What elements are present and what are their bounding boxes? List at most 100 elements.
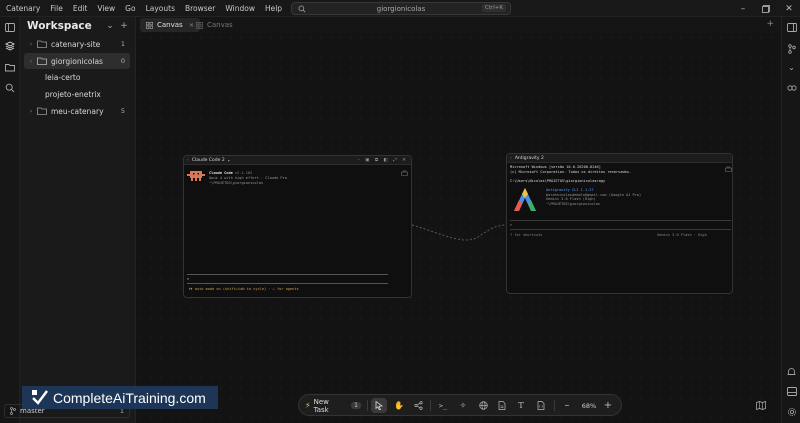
canvas[interactable]: ‹ Claude Code 2 ▾ – ▣ ⧉ ◧ ⤢ ✕ Claude Cod…	[136, 33, 781, 423]
claude-mascot-icon	[187, 171, 205, 181]
menu-window[interactable]: Window	[220, 0, 260, 17]
browser-tool-button[interactable]	[476, 398, 490, 413]
close-window-button[interactable]: ✕	[778, 0, 800, 17]
antigravity-prompt[interactable]: >	[510, 223, 512, 227]
minimize-icon: –	[740, 3, 746, 14]
watermark-banner: CompleteAiTraining.com	[22, 386, 218, 409]
claude-header-line: Claude Code v2.1.162	[209, 171, 252, 175]
terminal-panel-button[interactable]	[786, 386, 797, 397]
zoom-out-button[interactable]: –	[560, 398, 574, 413]
share-tool-button[interactable]	[411, 398, 425, 413]
claude-version: v2.1.162	[234, 171, 253, 175]
notifications-button[interactable]	[786, 366, 797, 377]
node-pin-icon[interactable]	[725, 165, 732, 172]
menu-browser[interactable]: Browser	[180, 0, 220, 17]
plus-icon: +	[766, 19, 774, 29]
claude-prompt[interactable]: >	[187, 277, 189, 281]
menu-view[interactable]: View	[92, 0, 120, 17]
layers-icon	[5, 41, 15, 51]
tab-label: Canvas	[157, 21, 183, 29]
zoom-value: 68%	[581, 401, 597, 410]
tab-label: Canvas	[207, 21, 233, 29]
terminal-line: (c) Microsoft Corporation. Todos os dire…	[510, 169, 632, 174]
chevron-right-icon: ›	[29, 40, 33, 48]
new-tab-button[interactable]: +	[766, 19, 774, 29]
new-task-button[interactable]: ⚡ New Task 1	[305, 398, 361, 414]
workspaces-button[interactable]	[4, 40, 16, 52]
lightning-icon: ⚡	[305, 401, 311, 410]
expand-button[interactable]: ⌄	[786, 62, 797, 73]
claude-footer: ⏵⏵ auto mode on (shift+tab to cycle) · ←…	[189, 287, 299, 291]
prompt-divider-bottom	[510, 229, 731, 230]
sidebar-item-projeto-enetrix[interactable]: projeto-enetrix	[24, 86, 130, 102]
terminal-icon: >_	[438, 401, 448, 410]
sidebar-item-label: giorgionicolas	[51, 56, 103, 66]
note-tool-button[interactable]	[495, 398, 509, 413]
text-icon: T	[518, 400, 524, 411]
zoom-in-button[interactable]: +	[601, 398, 615, 413]
plus-icon: +	[603, 400, 613, 411]
sidebar-item-leia-certo[interactable]: leia-certo	[24, 69, 130, 85]
search-icon	[298, 5, 306, 13]
sidebar-item-catenary-site[interactable]: › catenary-site 1	[24, 36, 130, 52]
minus-icon: –	[564, 400, 570, 411]
add-workspace-button[interactable]: +	[119, 21, 129, 31]
files-button[interactable]	[4, 61, 16, 73]
node-window-controls-icon[interactable]: – ▣ ⧉ ◧ ⤢ ✕	[358, 157, 409, 163]
sidebar-item-count: 0	[120, 57, 125, 65]
source-control-button[interactable]	[786, 43, 797, 54]
cursor-icon	[375, 401, 383, 410]
select-tool-button[interactable]	[371, 398, 387, 413]
claude-terminal-node[interactable]: ‹ Claude Code 2 ▾ – ▣ ⧉ ◧ ⤢ ✕ Claude Cod…	[183, 155, 412, 298]
tab-bar: Canvas × Canvas +	[136, 17, 800, 33]
sidebar-item-label: leia-certo	[45, 72, 81, 82]
sidebar-item-meu-catenary[interactable]: › meu-catenary 5	[24, 103, 130, 119]
collapse-all-button[interactable]: ⌄	[105, 21, 115, 31]
terminal-tool-button[interactable]: >_	[436, 398, 450, 413]
menu-file[interactable]: File	[45, 0, 68, 17]
node-title: Claude Code 2	[191, 157, 225, 163]
settings-button[interactable]	[786, 406, 797, 417]
map-icon	[756, 400, 766, 410]
watermark-logo-icon	[32, 390, 48, 405]
tab-canvas-2[interactable]: Canvas	[190, 18, 239, 32]
ai-tool-button[interactable]: ✧	[456, 398, 470, 413]
new-task-count: 1	[351, 402, 361, 409]
node-title: Antigravity 2	[514, 155, 544, 161]
terminal-line: C:\Users\Nicolas\PROJETOS\giorgionicolas…	[510, 178, 606, 183]
file-icon	[498, 401, 506, 410]
antigravity-model-status: Gemini 3.0 Flash · High	[657, 233, 707, 237]
right-panel-toggle[interactable]	[786, 22, 797, 33]
node-pin-icon[interactable]	[401, 169, 408, 176]
menu-edit[interactable]: Edit	[68, 0, 93, 17]
sidebar-item-giorgionicolas[interactable]: › giorgionicolas 0	[24, 53, 130, 69]
prompt-divider-top	[187, 274, 388, 275]
claude-app-name: Claude Code	[209, 171, 233, 175]
node-menu-icon[interactable]: ▾	[228, 158, 230, 163]
agents-button[interactable]	[786, 82, 797, 93]
pan-tool-button[interactable]: ✋	[392, 398, 406, 413]
globe-icon	[478, 401, 488, 410]
collapse-icon: ⌄	[106, 21, 114, 31]
code-file-tool-button[interactable]	[534, 398, 548, 413]
close-icon: ✕	[785, 3, 793, 14]
link-icon	[786, 84, 797, 91]
canvas-toolbar: ⚡ New Task 1 ✋ >_ ✧ T – 68% +	[298, 394, 622, 416]
menu-help[interactable]: Help	[260, 0, 287, 17]
menu-layouts[interactable]: Layouts	[141, 0, 180, 17]
folder-icon	[37, 107, 47, 115]
menu-catenary[interactable]: Catenary	[0, 0, 45, 17]
panel-right-icon	[786, 23, 797, 32]
search-bar[interactable]: giorgionicolas Ctrl+K	[291, 2, 511, 15]
folder-icon	[37, 40, 47, 48]
minimap-button[interactable]	[754, 398, 768, 412]
text-tool-button[interactable]: T	[514, 398, 528, 413]
zoom-level[interactable]: 68%	[579, 398, 599, 413]
antigravity-terminal-node[interactable]: ‹ Antigravity 2 Microsoft Windows [versã…	[506, 153, 733, 294]
search-rail-button[interactable]	[4, 82, 16, 94]
menu-go[interactable]: Go	[120, 0, 140, 17]
minimize-button[interactable]: –	[732, 0, 754, 17]
search-shortcut: Ctrl+K	[481, 4, 506, 12]
toggle-sidebar-button[interactable]	[4, 21, 16, 33]
maximize-button[interactable]	[755, 0, 777, 17]
